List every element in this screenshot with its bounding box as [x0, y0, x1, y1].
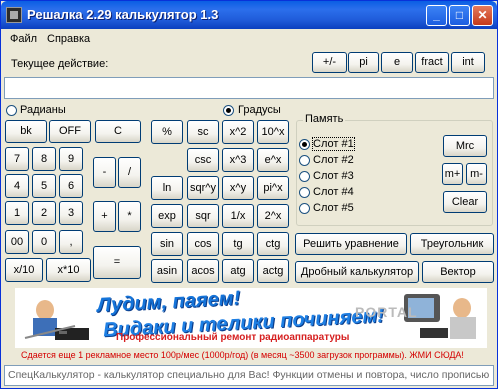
- digit-5-button[interactable]: 5: [32, 174, 56, 198]
- double-zero-button[interactable]: 00: [5, 230, 29, 254]
- sc-button[interactable]: sc: [187, 120, 219, 144]
- percent-button[interactable]: %: [151, 120, 183, 144]
- memory-group-title: Память: [303, 113, 346, 125]
- root-y-button[interactable]: sqr^y: [187, 176, 219, 200]
- memory-slot-4-radio[interactable]: [299, 187, 310, 198]
- ctg-button[interactable]: ctg: [257, 232, 289, 256]
- close-icon: ✕: [477, 8, 488, 22]
- sin-button[interactable]: sin: [151, 232, 183, 256]
- degrees-radio[interactable]: [223, 105, 234, 116]
- acos-button[interactable]: acos: [187, 259, 219, 283]
- minimize-button[interactable]: _: [426, 5, 447, 26]
- title-bar[interactable]: Решалка 2.29 калькулятор 1.3 _ □ ✕: [1, 1, 497, 29]
- sign-toggle-button[interactable]: +/-: [312, 52, 347, 73]
- banner-watermark: PORTAL: [355, 304, 418, 320]
- radians-radio[interactable]: [6, 105, 17, 116]
- atg-button[interactable]: atg: [222, 259, 254, 283]
- current-action-label: Текущее действие:: [11, 58, 109, 70]
- ad-banner[interactable]: Лудим, паяем! Видаки и телики починяем! …: [15, 288, 487, 348]
- int-button[interactable]: int: [451, 52, 485, 73]
- maximize-button[interactable]: □: [449, 5, 470, 26]
- degrees-label[interactable]: Градусы: [238, 104, 281, 116]
- minimize-icon: _: [433, 8, 440, 22]
- memory-slot-2-radio[interactable]: [299, 155, 310, 166]
- sqrt-button[interactable]: sqr: [187, 204, 219, 228]
- banner-subtitle: Профессиональный ремонт радиоаппаратуры: [116, 332, 350, 343]
- memory-slot-3-radio[interactable]: [299, 171, 310, 182]
- menu-file[interactable]: Файл: [10, 33, 37, 45]
- square-button[interactable]: x^2: [222, 120, 254, 144]
- menu-bar: Файл Справка: [2, 30, 496, 48]
- pi-button[interactable]: pi: [348, 52, 379, 73]
- memory-minus-button[interactable]: m-: [466, 163, 487, 185]
- off-button[interactable]: OFF: [49, 120, 91, 143]
- digit-0-button[interactable]: 0: [32, 230, 56, 254]
- e-button[interactable]: e: [381, 52, 413, 73]
- app-icon[interactable]: [6, 7, 22, 23]
- vector-button[interactable]: Вектор: [422, 261, 494, 283]
- ad-offer-link[interactable]: Сдается еще 1 рекламное место 100р/мес (…: [21, 350, 464, 360]
- memory-clear-button[interactable]: Clear: [443, 191, 487, 213]
- memory-slot-4-label[interactable]: Слот #4: [313, 186, 354, 198]
- triangle-button[interactable]: Треугольник: [410, 233, 494, 255]
- csc-button[interactable]: csc: [187, 148, 219, 172]
- tg-button[interactable]: tg: [222, 232, 254, 256]
- status-bar: СпецКалькулятор - калькулятор специально…: [4, 365, 494, 386]
- multiply-by-10-button[interactable]: x*10: [46, 258, 91, 282]
- window-title: Решалка 2.29 калькулятор 1.3: [27, 7, 219, 22]
- repairman-left-image: [24, 300, 89, 340]
- memory-slot-5-radio[interactable]: [299, 203, 310, 214]
- comma-button[interactable]: ,: [59, 230, 83, 254]
- app-window: Решалка 2.29 калькулятор 1.3 _ □ ✕ Файл …: [0, 0, 498, 389]
- reciprocal-button[interactable]: 1/x: [222, 204, 254, 228]
- cube-button[interactable]: x^3: [222, 148, 254, 172]
- digit-3-button[interactable]: 3: [59, 201, 83, 225]
- menu-help[interactable]: Справка: [47, 33, 90, 45]
- power-y-button[interactable]: x^y: [222, 176, 254, 200]
- close-button[interactable]: ✕: [472, 5, 493, 26]
- fraction-calculator-button[interactable]: Дробный калькулятор: [295, 261, 419, 283]
- divide-by-10-button[interactable]: x/10: [5, 258, 43, 282]
- exp-button[interactable]: exp: [151, 204, 183, 228]
- cos-button[interactable]: cos: [187, 232, 219, 256]
- multiply-button[interactable]: *: [118, 201, 141, 232]
- exp-power-button[interactable]: e^x: [257, 148, 289, 172]
- ln-button[interactable]: ln: [151, 176, 183, 200]
- memory-slot-1-label[interactable]: Слот #1: [312, 137, 355, 151]
- clear-button[interactable]: C: [95, 120, 141, 143]
- memory-plus-button[interactable]: m+: [442, 163, 463, 185]
- two-power-button[interactable]: 2^x: [257, 204, 289, 228]
- current-action-field[interactable]: [4, 77, 494, 99]
- solve-equation-button[interactable]: Решить уравнение: [295, 233, 407, 255]
- asin-button[interactable]: asin: [151, 259, 183, 283]
- ten-power-button[interactable]: 10^x: [257, 120, 289, 144]
- pi-power-button[interactable]: pi^x: [257, 176, 289, 200]
- memory-slot-5-label[interactable]: Слот #5: [313, 202, 354, 214]
- digit-9-button[interactable]: 9: [59, 147, 83, 171]
- backspace-button[interactable]: bk: [5, 120, 47, 143]
- memory-recall-button[interactable]: Mrc: [443, 135, 487, 157]
- memory-slot-3-label[interactable]: Слот #3: [313, 170, 354, 182]
- digit-4-button[interactable]: 4: [5, 174, 29, 198]
- minus-button[interactable]: -: [93, 157, 116, 188]
- digit-2-button[interactable]: 2: [32, 201, 56, 225]
- digit-7-button[interactable]: 7: [5, 147, 29, 171]
- radians-label[interactable]: Радианы: [20, 104, 66, 116]
- plus-button[interactable]: +: [93, 201, 116, 232]
- divide-button[interactable]: /: [118, 157, 141, 188]
- equals-button[interactable]: =: [93, 246, 141, 279]
- actg-button[interactable]: actg: [257, 259, 289, 283]
- memory-slot-2-label[interactable]: Слот #2: [313, 154, 354, 166]
- digit-1-button[interactable]: 1: [5, 201, 29, 225]
- maximize-icon: □: [455, 8, 464, 22]
- fract-button[interactable]: fract: [415, 52, 449, 73]
- digit-8-button[interactable]: 8: [32, 147, 56, 171]
- memory-slot-1-radio[interactable]: [299, 139, 310, 150]
- digit-6-button[interactable]: 6: [59, 174, 83, 198]
